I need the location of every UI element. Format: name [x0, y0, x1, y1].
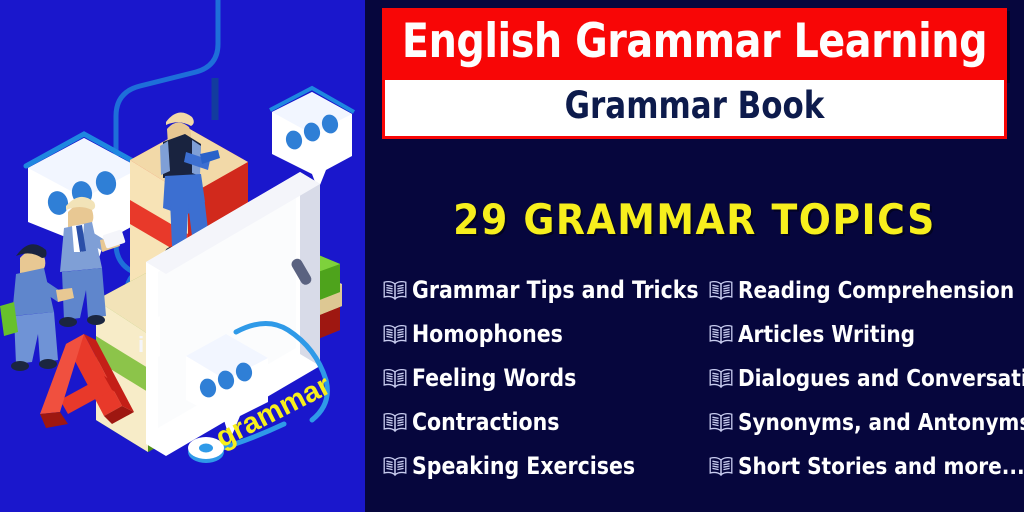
- topic-item[interactable]: Synonyms, and Antonyms: [708, 400, 1024, 444]
- topic-item[interactable]: Articles Writing: [708, 312, 1024, 356]
- topic-label: Synonyms, and Antonyms: [738, 408, 1024, 436]
- topics-columns: Grammar Tips and Tricks Homophones Feeli…: [365, 268, 1024, 488]
- topic-label: Contractions: [412, 408, 560, 436]
- letter-i-label: i: [138, 332, 144, 357]
- topic-item[interactable]: Short Stories and more...: [708, 444, 1024, 488]
- topic-label: Articles Writing: [738, 320, 916, 348]
- topic-label: Short Stories and more...: [738, 452, 1024, 480]
- open-book-icon: [708, 321, 738, 347]
- topics-column-right: Reading Comprehension Articles Writing D…: [700, 268, 1024, 488]
- open-book-icon: [708, 365, 738, 391]
- topic-label: Reading Comprehension: [738, 276, 1015, 304]
- topic-item[interactable]: Grammar Tips and Tricks: [382, 268, 700, 312]
- title-block: English Grammar Learning Grammar Book: [382, 8, 1007, 139]
- topic-item[interactable]: Reading Comprehension: [708, 268, 1024, 312]
- open-book-icon: [382, 409, 412, 435]
- title-banner: English Grammar Learning: [382, 8, 1007, 80]
- open-book-icon: [382, 277, 412, 303]
- topic-label: Homophones: [412, 320, 563, 348]
- topic-label: Grammar Tips and Tricks: [412, 276, 699, 304]
- open-book-icon: [708, 409, 738, 435]
- subtitle-banner: Grammar Book: [382, 80, 1007, 139]
- topic-item[interactable]: Feeling Words: [382, 356, 700, 400]
- content-panel: English Grammar Learning Grammar Book 29…: [365, 0, 1024, 512]
- topics-heading: 29 GRAMMAR TOPICS: [453, 195, 936, 244]
- page-title: English Grammar Learning: [401, 14, 988, 69]
- open-book-icon: [382, 365, 412, 391]
- illustration-panel: English: [0, 0, 365, 512]
- topic-item[interactable]: Dialogues and Conversation: [708, 356, 1024, 400]
- topic-label: Feeling Words: [412, 364, 577, 392]
- poster: English: [0, 0, 1024, 512]
- topics-column-left: Grammar Tips and Tricks Homophones Feeli…: [365, 268, 700, 488]
- open-book-icon: [382, 321, 412, 347]
- topic-label: Speaking Exercises: [412, 452, 636, 480]
- page-subtitle: Grammar Book: [564, 84, 825, 127]
- open-book-icon: [708, 453, 738, 479]
- topic-item[interactable]: Contractions: [382, 400, 700, 444]
- open-book-icon: [708, 277, 738, 303]
- open-book-icon: [382, 453, 412, 479]
- topic-label: Dialogues and Conversation: [738, 364, 1024, 392]
- topic-item[interactable]: Homophones: [382, 312, 700, 356]
- topic-item[interactable]: Speaking Exercises: [382, 444, 700, 488]
